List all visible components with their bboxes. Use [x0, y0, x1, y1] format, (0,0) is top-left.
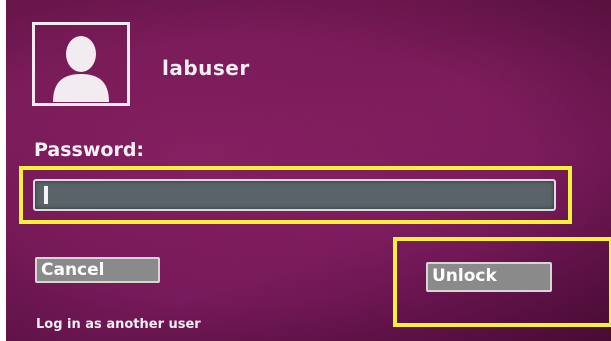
username-label: labuser: [162, 56, 250, 80]
cancel-button[interactable]: Cancel: [35, 257, 160, 283]
user-avatar: [32, 22, 130, 106]
highlight-box-password: [19, 166, 572, 224]
password-label: Password:: [34, 139, 145, 161]
user-silhouette-icon: [53, 36, 109, 102]
log-in-as-another-user-link[interactable]: Log in as another user: [36, 317, 201, 332]
highlight-box-unlock: [393, 237, 611, 327]
lock-screen: labuser Password: Cancel Unlock Log in a…: [6, 0, 611, 341]
